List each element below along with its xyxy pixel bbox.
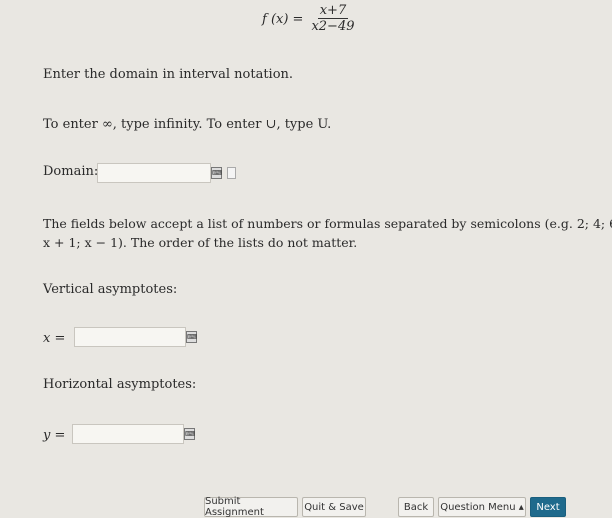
function-formula: f (x) = x+7 x2−49 (262, 4, 357, 35)
vertical-prefix: x = (43, 331, 66, 346)
submit-assignment-button[interactable]: Submit Assignment (204, 496, 298, 518)
keyboard-icon[interactable]: ⌨ (211, 167, 222, 179)
formula-fraction: x+7 x2−49 (309, 4, 356, 35)
vertical-asymptotes-heading: Vertical asymptotes: (43, 282, 178, 297)
page-icon[interactable] (227, 167, 236, 179)
horizontal-prefix: y = (43, 428, 66, 443)
list-note-line1: The fields below accept a list of number… (43, 216, 612, 231)
horizontal-asymptotes-heading: Horizontal asymptotes: (43, 377, 197, 392)
domain-prompt: Enter the domain in interval notation. (43, 67, 294, 82)
quit-save-button[interactable]: Quit & Save (302, 497, 366, 517)
infinity-hint: To enter ∞, type infinity. To enter ∪, t… (43, 117, 332, 132)
back-button[interactable]: Back (398, 497, 434, 517)
horizontal-asymptote-input[interactable] (72, 424, 184, 444)
vertical-asymptote-input[interactable] (74, 327, 186, 347)
next-button[interactable]: Next (530, 497, 566, 517)
formula-numerator: x+7 (317, 3, 349, 19)
list-note-line2: x + 1; x − 1). The order of the lists do… (43, 235, 358, 250)
question-page: f (x) = x+7 x2−49 Enter the domain in in… (0, 0, 612, 518)
keyboard-icon[interactable]: ⌨ (184, 428, 195, 440)
question-menu-button[interactable]: Question Menu ▴ (438, 497, 526, 517)
keyboard-icon[interactable]: ⌨ (186, 331, 197, 343)
domain-label: Domain: (43, 164, 99, 179)
formula-lhs: f (x) = (262, 12, 304, 27)
domain-input[interactable] (97, 163, 211, 183)
formula-denominator: x2−49 (311, 19, 355, 34)
